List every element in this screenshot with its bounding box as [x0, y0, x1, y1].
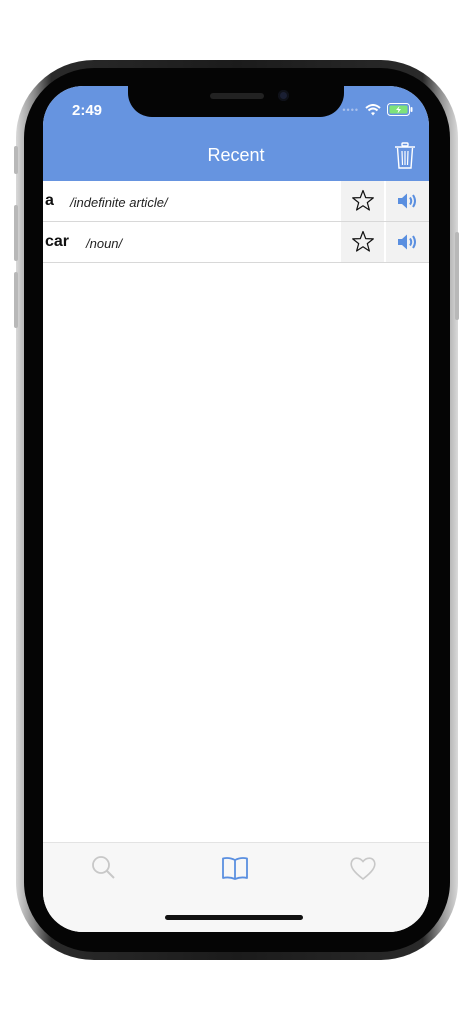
- speaker-icon: [397, 193, 416, 209]
- favorite-button[interactable]: [341, 181, 384, 221]
- trash-icon[interactable]: [394, 142, 416, 170]
- heart-icon[interactable]: [348, 853, 378, 883]
- signal-dots: ••••: [342, 104, 359, 115]
- volume-up-button: [14, 205, 18, 261]
- volume-down-button: [14, 272, 18, 328]
- screen: 2:49 •••• Recent a /indefinite article/ …: [43, 86, 429, 932]
- side-button: [14, 146, 18, 174]
- notch: [128, 86, 344, 117]
- speaker-icon: [397, 234, 416, 250]
- tab-bar: [43, 842, 429, 932]
- front-camera: [278, 90, 289, 101]
- entry-word: car: [45, 233, 70, 250]
- page-title: Recent: [207, 145, 265, 165]
- power-button: [455, 232, 459, 320]
- pronounce-button[interactable]: [386, 181, 429, 221]
- favorite-button[interactable]: [341, 222, 384, 262]
- entry-word: a: [45, 192, 54, 209]
- pronounce-button[interactable]: [386, 222, 429, 262]
- list-item[interactable]: car /noun/: [43, 222, 429, 263]
- battery-icon: [387, 103, 413, 116]
- book-icon[interactable]: [220, 853, 250, 883]
- entry-part-of-speech: /noun/: [86, 236, 123, 251]
- status-time: 2:49: [72, 102, 103, 119]
- star-icon: [351, 230, 374, 252]
- home-indicator[interactable]: [165, 915, 303, 920]
- search-icon[interactable]: [89, 853, 119, 883]
- list-item[interactable]: a /indefinite article/: [43, 181, 429, 222]
- entry-part-of-speech: /indefinite article/: [70, 195, 168, 210]
- wifi-icon: [365, 103, 381, 115]
- earpiece-speaker: [210, 93, 264, 99]
- star-icon: [351, 189, 374, 211]
- status-icons: ••••: [342, 103, 413, 116]
